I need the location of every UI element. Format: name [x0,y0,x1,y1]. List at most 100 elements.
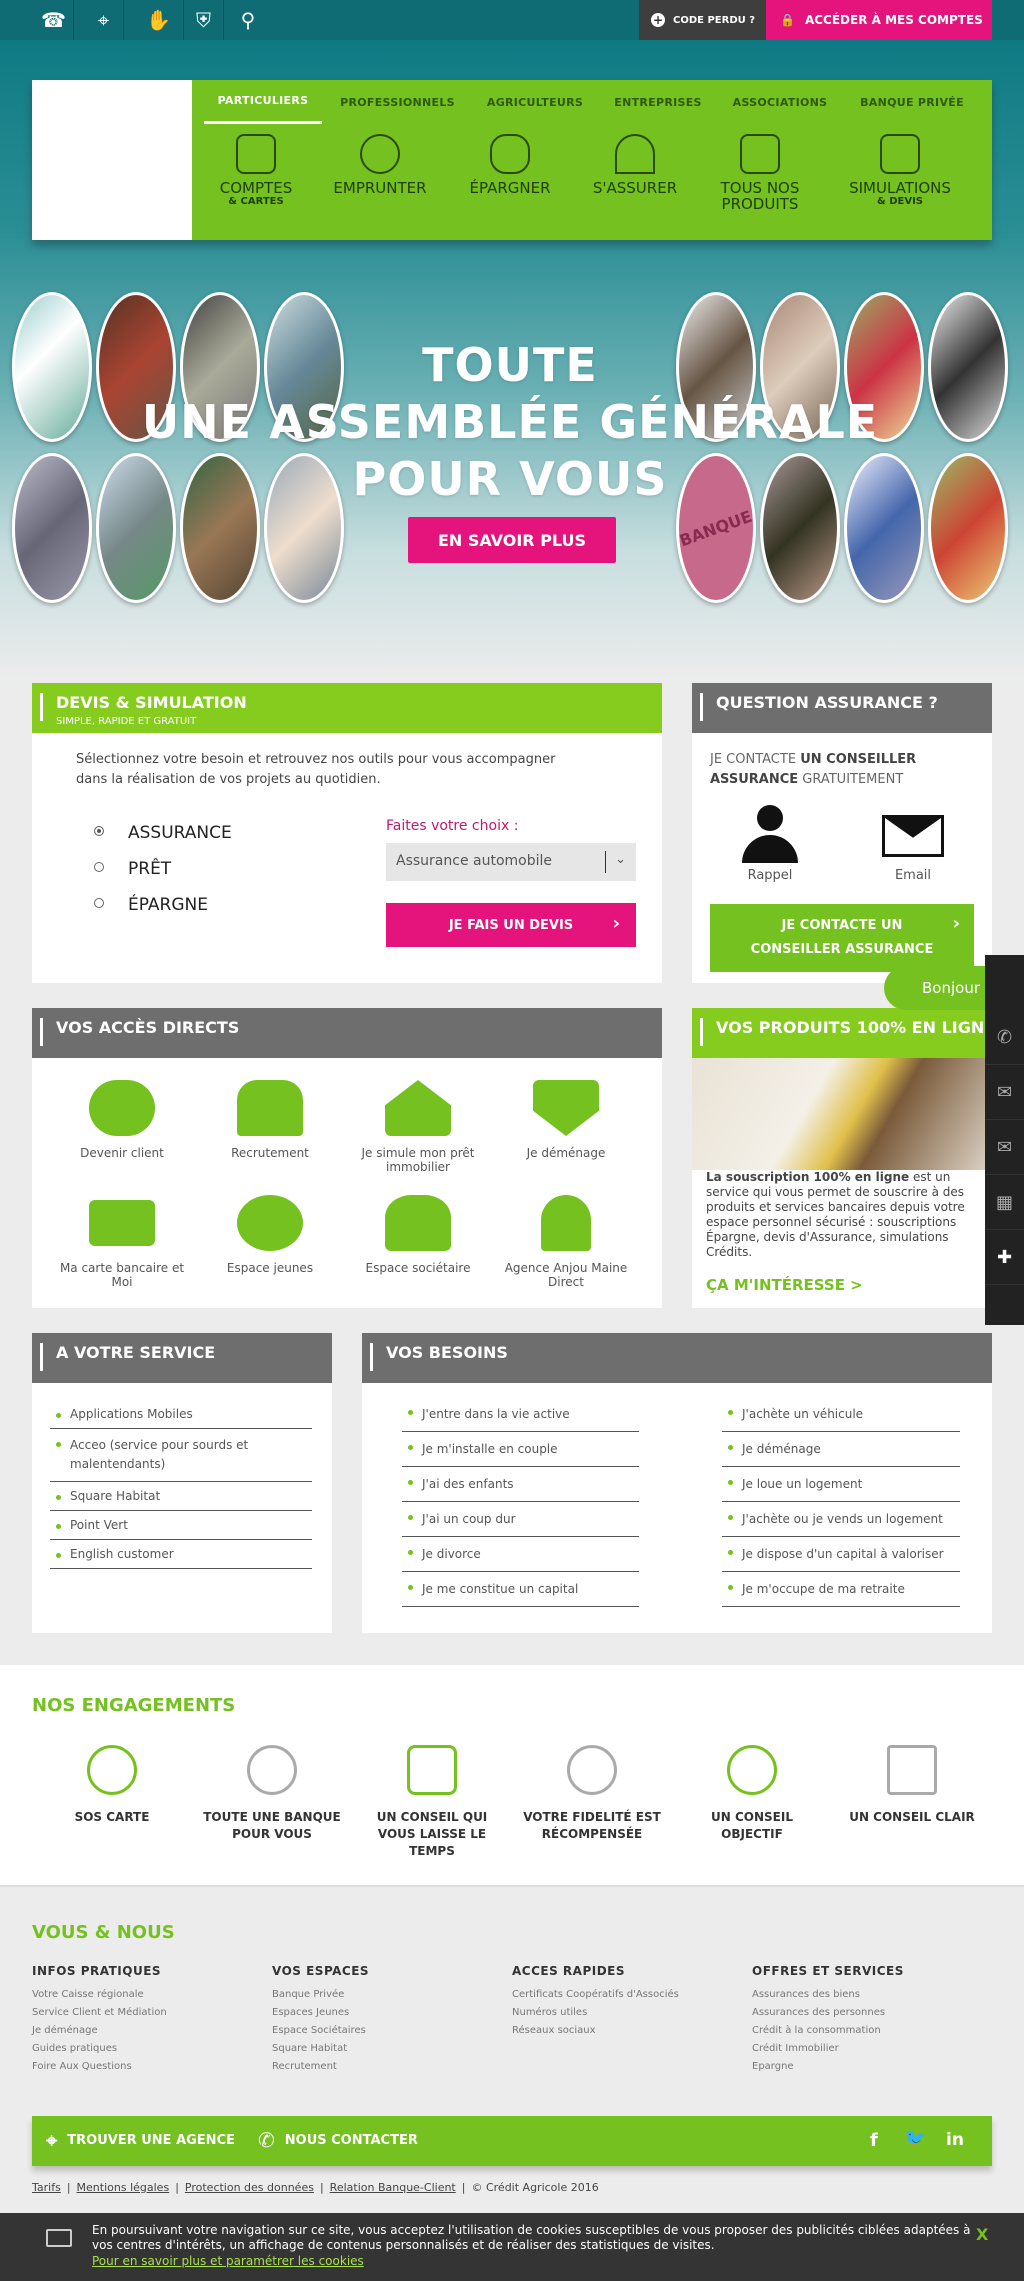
linkedin-icon[interactable]: in [946,2130,964,2150]
mail-icon[interactable]: ✉ [985,1120,1024,1175]
legal-link[interactable]: Tarifs [32,2181,61,2194]
menu-comptes[interactable]: COMPTES & CARTES [196,134,316,207]
legal-link[interactable]: Mentions légales [77,2181,170,2194]
menu-sublabel: & CARTES [228,196,284,207]
besoin-item[interactable]: Je m'installe en couple [402,1432,639,1467]
radio-epargne[interactable]: ÉPARGNE [94,895,208,915]
footer-link[interactable]: Assurances des biens [752,1986,904,2004]
besoin-item[interactable]: J'achète un véhicule [722,1397,960,1432]
en-savoir-plus-button[interactable]: EN SAVOIR PLUS [408,517,616,563]
besoin-item[interactable]: Je me constitue un capital [402,1572,639,1607]
besoin-item[interactable]: Je m'occupe de ma retraite [722,1572,960,1607]
nous-contacter-link[interactable]: ✆ NOUS CONTACTER [258,2128,418,2152]
acces-agence-anjou[interactable]: Agence Anjou Maine Direct [501,1195,631,1289]
footer-link[interactable]: Espace Sociétaires [272,2022,369,2040]
legal-link[interactable]: Protection des données [185,2181,314,2194]
besoin-item[interactable]: Je déménage [722,1432,960,1467]
sos-icon[interactable]: ✚ [985,1230,1024,1285]
service-item[interactable]: English customer [50,1540,312,1569]
tab-agriculteurs[interactable]: AGRICULTEURS [475,80,595,124]
engagement-conseil-objectif[interactable]: UN CONSEIL OBJECTIF [682,1745,822,1843]
service-item[interactable]: Acceo (service pour sourds et malentenda… [50,1429,312,1482]
menu-sassurer[interactable]: S'ASSURER [575,134,695,196]
acces-simule-pret[interactable]: Je simule mon prêt immobilier [353,1080,483,1174]
acceder-comptes-button[interactable]: 🔒 ACCÉDER À MES COMPTES [766,0,992,40]
phone-icon[interactable]: ☎ [34,0,74,40]
phone-icon[interactable]: ✆ [985,1010,1024,1065]
rappel-label[interactable]: Rappel [730,868,810,883]
besoin-item[interactable]: Je loue un logement [722,1467,960,1502]
menu-tous-produits[interactable]: TOUS NOS PRODUITS [700,134,820,212]
footer-link[interactable]: Crédit à la consommation [752,2022,904,2040]
acces-espace-jeunes[interactable]: Espace jeunes [205,1195,335,1275]
tab-banque-privee[interactable]: BANQUE PRIVÉE [852,80,972,124]
besoin-item[interactable]: J'ai un coup dur [402,1502,639,1537]
footer-link[interactable]: Assurances des personnes [752,2004,904,2022]
acces-devenir-client[interactable]: Devenir client [57,1080,187,1160]
service-item[interactable]: Square Habitat [50,1482,312,1511]
legal-link[interactable]: Relation Banque-Client [330,2181,456,2194]
facebook-icon[interactable]: f [870,2130,878,2151]
trouver-agence-link[interactable]: ⌖ TROUVER UNE AGENCE [46,2128,235,2152]
acces-demenage[interactable]: Je déménage [501,1080,631,1160]
menu-emprunter[interactable]: EMPRUNTER [320,134,440,196]
besoin-item[interactable]: J'ai des enfants [402,1467,639,1502]
engagement-fidelite[interactable]: VOTRE FIDELITÉ EST RÉCOMPENSÉE [522,1745,662,1843]
footer-link[interactable]: Recrutement [272,2058,369,2076]
footer-link[interactable]: Crédit Immobilier [752,2040,904,2058]
je-fais-un-devis-button[interactable]: JE FAIS UN DEVIS › [386,903,636,947]
acces-recrutement[interactable]: Recrutement [205,1080,335,1160]
besoin-item[interactable]: Je dispose d'un capital à valoriser [722,1537,960,1572]
besoin-item[interactable]: Je divorce [402,1537,639,1572]
engagement-label: UN CONSEIL CLAIR [849,1810,975,1824]
engagement-conseil-clair[interactable]: UN CONSEIL CLAIR [842,1745,982,1826]
service-item[interactable]: Point Vert [50,1511,312,1540]
footer-link[interactable]: Service Client et Médiation [32,2004,167,2022]
acces-carte-bancaire[interactable]: Ma carte bancaire et Moi [57,1195,187,1289]
logo[interactable] [32,80,192,240]
footer-link[interactable]: Banque Privée [272,1986,369,2004]
tab-professionnels[interactable]: PROFESSIONNELS [330,80,465,124]
besoin-item[interactable]: J'achète ou je vends un logement [722,1502,960,1537]
radio-pret[interactable]: PRÊT [94,859,171,879]
je-contacte-conseiller-button[interactable]: JE CONTACTE UN CONSEILLER ASSURANCE › [710,904,974,972]
radio-assurance[interactable]: ASSURANCE [94,823,232,843]
engagement-toute-banque[interactable]: TOUTE UNE BANQUE POUR VOUS [202,1745,342,1843]
engagement-sos-carte[interactable]: SOS CARTE [42,1745,182,1826]
footer-link[interactable]: Foire Aux Questions [32,2058,167,2076]
advisor-icon[interactable] [740,805,800,865]
handshake-icon[interactable]: ✋ [134,0,184,40]
code-perdu-button[interactable]: + CODE PERDU ? [639,0,766,40]
product-select[interactable]: Assurance automobile ⌄ [386,843,636,881]
footer-link[interactable]: Votre Caisse régionale [32,1986,167,2004]
footer-link[interactable]: Certificats Coopératifs d'Associés [512,1986,679,2004]
footer-link[interactable]: Numéros utiles [512,2004,679,2022]
shield-icon[interactable]: ⛨ [184,0,224,40]
menu-epargner[interactable]: ÉPARGNER [450,134,570,196]
footer-link[interactable]: Epargne [752,2058,904,2076]
close-icon[interactable]: X [976,2225,988,2244]
menu-simulations[interactable]: SIMULATIONS & DEVIS [840,134,960,207]
service-item[interactable]: Applications Mobiles [50,1400,312,1429]
besoin-item[interactable]: J'entre dans la vie active [402,1397,639,1432]
tab-entreprises[interactable]: ENTREPRISES [602,80,714,124]
envelope-icon[interactable] [882,815,944,857]
calendar-icon[interactable]: ▦ [985,1175,1024,1230]
engagement-conseil-temps[interactable]: UN CONSEIL QUI VOUS LAISSE LE TEMPS [362,1745,502,1860]
footer-link[interactable]: Je déménage [32,2022,167,2040]
footer-link[interactable]: Square Habitat [272,2040,369,2058]
twitter-icon[interactable]: 🐦 [904,2128,926,2149]
footer-link[interactable]: Guides pratiques [32,2040,167,2058]
hero-photo [12,292,92,442]
tab-particuliers[interactable]: PARTICULIERS [204,80,322,124]
ca-minteresse-link[interactable]: ÇA M'INTÉRESSE > [706,1276,863,1294]
cookie-settings-link[interactable]: Pour en savoir plus et paramétrer les co… [92,2254,364,2268]
tab-associations[interactable]: ASSOCIATIONS [720,80,840,124]
location-pin-icon[interactable]: ⌖ [84,0,124,40]
footer-link[interactable]: Espaces Jeunes [272,2004,369,2022]
chat-icon[interactable]: ✉ [985,1065,1024,1120]
email-label[interactable]: Email [873,868,953,883]
search-icon[interactable]: ⚲ [228,0,268,40]
acces-espace-societaire[interactable]: Espace sociétaire [353,1195,483,1275]
footer-link[interactable]: Réseaux sociaux [512,2022,679,2040]
